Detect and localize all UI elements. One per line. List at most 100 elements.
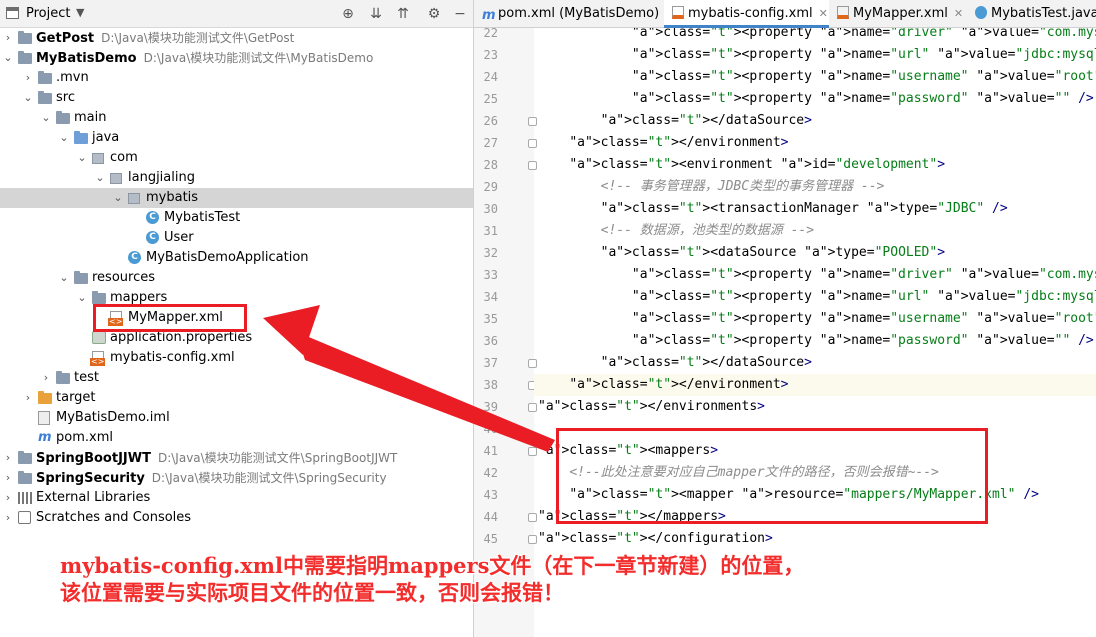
chevron-right-icon[interactable]: › (2, 28, 14, 48)
tree-item[interactable]: › .mvn (0, 68, 473, 88)
code-line[interactable]: "a">class="t"></configuration> (538, 528, 773, 550)
tree-item[interactable]: C MyBatisDemoApplication (0, 248, 473, 268)
code-line[interactable]: "a">class="t"><property "a">name="url" "… (538, 286, 1096, 308)
chevron-down-icon[interactable]: ⌄ (94, 168, 106, 188)
chevron-down-icon[interactable]: ⌄ (76, 148, 88, 168)
tree-item[interactable]: › test (0, 368, 473, 388)
fold-marker-icon[interactable] (528, 161, 537, 170)
close-icon[interactable]: ✕ (819, 7, 828, 20)
folder-icon (38, 71, 52, 84)
line-number: 34 (483, 290, 498, 304)
gear-icon[interactable]: ⚙ (424, 4, 444, 24)
chevron-down-icon[interactable]: ⌄ (22, 88, 34, 108)
tree-item[interactable]: › External Libraries (0, 488, 473, 508)
line-number: 22 (483, 28, 498, 40)
tree-item[interactable]: ⌄ resources (0, 268, 473, 288)
code-line[interactable]: <!-- 数据源，池类型的数据源 --> (538, 220, 814, 242)
source-folder-icon (74, 131, 88, 144)
code-line[interactable]: "a">class="t"></environment> (538, 374, 788, 396)
chevron-right-icon[interactable]: › (22, 388, 34, 408)
tree-item[interactable]: › target (0, 388, 473, 408)
chevron-right-icon[interactable]: › (22, 68, 34, 88)
tree-item-label: External Libraries (36, 490, 151, 505)
close-icon[interactable]: ✕ (954, 7, 963, 20)
editor-tab[interactable]: MyMapper.xml ✕ (829, 0, 967, 28)
chevron-down-icon[interactable]: ⌄ (58, 128, 70, 148)
tree-item-label: main (74, 110, 107, 125)
folder-icon (56, 111, 70, 124)
tree-item[interactable]: ⌄ src (0, 88, 473, 108)
tree-item[interactable]: ⌄ com (0, 148, 473, 168)
tree-item[interactable]: ⌄ mybatis (0, 188, 473, 208)
chevron-down-icon[interactable]: ⌄ (58, 268, 70, 288)
code-line[interactable]: "a">class="t"><property "a">name="passwo… (538, 330, 1094, 352)
minimize-icon[interactable]: − (450, 4, 470, 24)
fold-marker-icon[interactable] (528, 447, 537, 456)
line-number: 45 (483, 532, 498, 546)
chevron-right-icon[interactable]: › (2, 448, 14, 468)
project-panel-header: Project ▼ ⊕ ⇊ ⇈ ⚙ − (0, 0, 473, 28)
tree-item[interactable]: MyBatisDemo.iml (0, 408, 473, 428)
tree-item[interactable]: C User (0, 228, 473, 248)
fold-marker-icon[interactable] (528, 117, 537, 126)
chevron-down-icon[interactable]: ▼ (76, 6, 84, 19)
tree-item[interactable]: ⌄ langjialing (0, 168, 473, 188)
tree-item[interactable]: › GetPost D:\Java\模块功能测试文件\GetPost (0, 28, 473, 48)
package-icon (92, 153, 104, 164)
code-line[interactable]: "a">class="t"><property "a">name="userna… (538, 308, 1096, 330)
fold-marker-icon[interactable] (528, 139, 537, 148)
editor-tab[interactable]: mybatis-config.xml ✕ (664, 0, 829, 28)
tree-item[interactable]: ⌄ main (0, 108, 473, 128)
code-line[interactable]: "a">class="t"></dataSource> (538, 352, 812, 374)
chevron-down-icon[interactable]: ⌄ (40, 108, 52, 128)
code-line[interactable]: "a">class="t"><property "a">name="userna… (538, 66, 1096, 88)
expand-all-icon[interactable]: ⇈ (393, 4, 413, 24)
code-line[interactable]: "a">class="t"><dataSource "a">type="POOL… (538, 242, 945, 264)
fold-marker-icon[interactable] (528, 403, 537, 412)
fold-marker-icon[interactable] (528, 359, 537, 368)
line-number: 32 (483, 246, 498, 260)
tree-item[interactable]: m pom.xml (0, 428, 473, 448)
code-line[interactable]: "a">class="t"><property "a">name="url" "… (538, 44, 1096, 66)
tree-item[interactable]: › SpringSecurity D:\Java\模块功能测试文件\SpringSe… (0, 468, 473, 488)
collapse-all-icon[interactable]: ⇊ (366, 4, 386, 24)
project-panel-title[interactable]: Project (26, 6, 70, 21)
folder-icon (38, 91, 52, 104)
code-line[interactable]: "a">class="t"><property "a">name="driver… (538, 28, 1096, 44)
tree-item[interactable]: ⌄ MyBatisDemo D:\Java\模块功能测试文件\MyBatisDemo (0, 48, 473, 68)
module-folder-icon (18, 451, 32, 464)
editor-tab[interactable]: MybatisTest.java✕ (967, 0, 1096, 28)
chevron-down-icon[interactable]: ⌄ (112, 188, 124, 208)
code-line[interactable]: "a">class="t"><property "a">name="driver… (538, 264, 1096, 286)
chevron-right-icon[interactable]: › (40, 368, 52, 388)
chevron-right-icon[interactable]: › (2, 508, 14, 528)
tree-item-label: MyBatisDemo (36, 51, 137, 66)
library-icon (18, 492, 32, 504)
code-line[interactable]: "a">class="t"><transactionManager "a">ty… (538, 198, 1008, 220)
chevron-right-icon[interactable]: › (2, 468, 14, 488)
fold-marker-icon[interactable] (528, 513, 537, 522)
code-line[interactable]: <!-- 事务管理器，JDBC类型的事务管理器 --> (538, 176, 885, 198)
chevron-right-icon[interactable]: › (2, 488, 14, 508)
code-editor[interactable]: 22 23 24 25 26 27 28 29 30 31 32 33 34 35 36 37 38 39 40 41… (474, 28, 1096, 637)
code-line[interactable]: "a">class="t"><property "a">name="passwo… (538, 88, 1094, 110)
code-line[interactable]: "a">class="t"></environment> (538, 132, 788, 154)
xml-file-icon (672, 6, 684, 19)
editor-tab-label: MyMapper.xml (853, 6, 948, 21)
line-number: 30 (483, 202, 498, 216)
tree-item[interactable]: › SpringBootJJWT D:\Java\模块功能测试文件\SpringBo… (0, 448, 473, 468)
tree-item[interactable]: › Scratches and Consoles (0, 508, 473, 528)
tree-item[interactable]: mybatis-config.xml (0, 348, 473, 368)
fold-marker-icon[interactable] (528, 535, 537, 544)
chevron-down-icon[interactable]: ⌄ (76, 288, 88, 308)
tree-item[interactable]: C MybatisTest (0, 208, 473, 228)
editor-tab[interactable]: mpom.xml (MyBatisDemo)✕ (474, 0, 674, 28)
code-line[interactable]: "a">class="t"></environments> (538, 396, 765, 418)
code-line[interactable]: "a">class="t"></dataSource> (538, 110, 812, 132)
line-number: 29 (483, 180, 498, 194)
crosshair-icon[interactable]: ⊕ (338, 4, 358, 24)
code-line[interactable]: "a">class="t"><environment "a">id="devel… (538, 154, 945, 176)
tree-item[interactable]: ⌄ java (0, 128, 473, 148)
tree-item-label: java (92, 130, 120, 145)
chevron-down-icon[interactable]: ⌄ (2, 48, 14, 68)
